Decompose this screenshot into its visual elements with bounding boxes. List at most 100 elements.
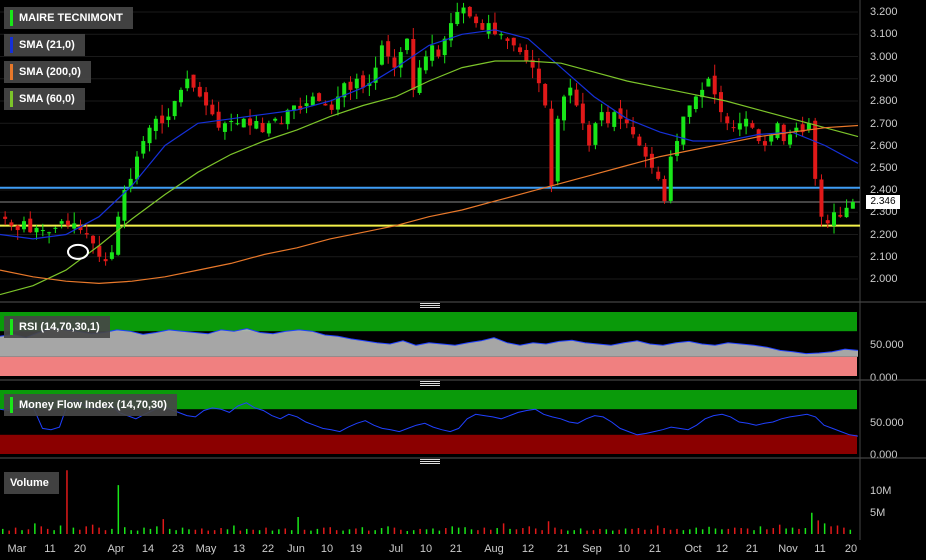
candle-body	[693, 96, 698, 110]
legend-mfi-label: Money Flow Index (14,70,30)	[19, 399, 167, 411]
volume-bar	[490, 529, 492, 534]
candle-body	[731, 127, 736, 129]
volume-bar	[785, 528, 787, 534]
volume-bar	[387, 526, 389, 534]
volume-bar	[701, 529, 704, 534]
volume-bar	[271, 530, 274, 534]
candle-body	[637, 136, 642, 146]
volume-bar	[708, 526, 710, 534]
candle-body	[254, 121, 259, 129]
volume-bar	[303, 529, 306, 534]
candle-body	[706, 78, 711, 87]
volume-bar	[547, 521, 550, 534]
volume-bar	[207, 530, 209, 534]
volume-tick-label: 10M	[870, 485, 891, 497]
panel-resize-handle[interactable]	[420, 381, 440, 386]
volume-bar	[213, 530, 216, 534]
x-axis: Mar 11 20 Apr 14 23 May 13 22 Jun 10 19 Jul 10 21 Aug 12…	[8, 543, 858, 555]
candle-body	[750, 123, 755, 128]
candle-body	[430, 45, 435, 61]
volume-bar	[201, 528, 203, 534]
sma200-line	[0, 124, 859, 285]
volume-bar	[650, 529, 653, 534]
volume-tick-label: 5M	[870, 507, 885, 519]
volume-bar	[438, 530, 441, 534]
candle-body	[643, 146, 648, 157]
x-tick-label: 11	[814, 543, 825, 555]
volume-bar	[265, 527, 267, 534]
volume-bar	[579, 528, 582, 534]
legend-rsi: RSI (14,70,30,1)	[4, 316, 110, 338]
x-tick-label: 19	[350, 543, 362, 555]
volume-bar	[117, 485, 120, 534]
candle-body	[405, 38, 410, 51]
x-tick-label: Apr	[107, 543, 124, 555]
volume-bar	[445, 528, 447, 534]
volume-bar	[14, 527, 17, 534]
x-tick-label: 13	[233, 543, 245, 555]
candle-body	[536, 68, 541, 84]
volume-bar	[233, 525, 235, 534]
volume-bar	[335, 530, 338, 534]
candle-body	[354, 78, 359, 89]
legend-volume: Volume	[4, 472, 59, 494]
volume-bar	[721, 529, 723, 534]
volume-bar	[509, 528, 511, 534]
volume-bar	[284, 528, 287, 534]
volume-bar	[470, 529, 473, 534]
volume-bar	[477, 530, 479, 534]
mfi-oversold-zone	[0, 434, 857, 454]
volume-bar	[46, 528, 49, 534]
candle-body	[587, 124, 592, 146]
candle-body	[329, 104, 334, 110]
candle-body	[97, 245, 102, 257]
volume-bar	[618, 529, 620, 534]
volume-bar	[798, 528, 800, 534]
candle-body	[135, 156, 140, 180]
candle-body	[649, 153, 654, 168]
legend-mfi: Money Flow Index (14,70,30)	[4, 394, 177, 416]
volume-bar	[188, 529, 190, 534]
candle-body	[197, 86, 202, 97]
x-tick-label: 22	[262, 543, 274, 555]
legend-sma60: SMA (60,0)	[4, 88, 85, 110]
x-tick-label: Aug	[484, 543, 504, 555]
candle-body	[172, 101, 177, 117]
x-tick-label: 10	[618, 543, 630, 555]
volume-bar	[605, 529, 608, 534]
mfi-tick-label: 0.000	[870, 449, 898, 461]
volume-bar	[746, 528, 749, 534]
candle-body	[656, 171, 661, 179]
candle-body	[850, 202, 855, 209]
volume-bar	[612, 530, 614, 534]
x-tick-label: 21	[450, 543, 462, 555]
price-tick-label: 2.000	[870, 273, 898, 285]
x-tick-label: 21	[557, 543, 569, 555]
candle-body	[712, 75, 717, 95]
volume-bar	[194, 529, 197, 534]
candle-body	[317, 93, 322, 101]
volume-bar	[714, 528, 717, 534]
candle-body	[9, 222, 14, 226]
candle-body	[718, 92, 723, 113]
x-tick-label: Jun	[287, 543, 305, 555]
candle-body	[474, 16, 479, 24]
volume-bar	[124, 527, 126, 534]
candle-body	[593, 123, 598, 145]
candle-body	[235, 123, 240, 125]
candle-body	[505, 38, 510, 41]
volume-bar	[592, 530, 595, 534]
candle-body	[210, 104, 215, 115]
rsi-overbought-zone	[0, 312, 857, 332]
candle-body	[109, 252, 114, 259]
panel-resize-handle[interactable]	[420, 459, 440, 464]
candle-body	[386, 41, 391, 57]
legend-rsi-label: RSI (14,70,30,1)	[19, 321, 100, 333]
volume-bar	[560, 529, 563, 534]
panel-resize-handle[interactable]	[420, 303, 440, 308]
candle-body	[819, 179, 824, 217]
candle-body	[436, 49, 441, 57]
volume-bar	[156, 526, 158, 534]
candle-body	[304, 103, 309, 107]
x-tick-label: 14	[142, 543, 154, 555]
